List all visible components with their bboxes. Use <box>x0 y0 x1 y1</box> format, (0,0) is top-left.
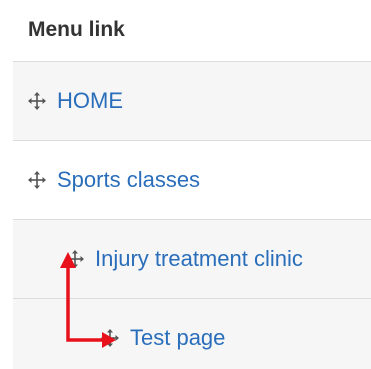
menu-link-panel: Menu link HOME Sports classes Injury tre… <box>0 0 371 369</box>
menu-item-link[interactable]: HOME <box>57 88 123 114</box>
menu-item-link[interactable]: Injury treatment clinic <box>95 246 303 272</box>
menu-link-list: HOME Sports classes Injury treatment cli… <box>13 61 371 369</box>
menu-item-link[interactable]: Test page <box>130 325 225 351</box>
menu-item-home[interactable]: HOME <box>13 62 371 141</box>
section-heading: Menu link <box>28 18 125 41</box>
menu-item-sports-classes[interactable]: Sports classes <box>13 141 371 220</box>
menu-item-link[interactable]: Sports classes <box>57 167 200 193</box>
menu-item-test-page[interactable]: Test page <box>13 299 371 369</box>
menu-item-injury-treatment-clinic[interactable]: Injury treatment clinic <box>13 220 371 299</box>
drag-handle-icon[interactable] <box>99 327 121 349</box>
drag-handle-icon[interactable] <box>64 248 86 270</box>
drag-handle-icon[interactable] <box>26 169 48 191</box>
drag-handle-icon[interactable] <box>26 90 48 112</box>
